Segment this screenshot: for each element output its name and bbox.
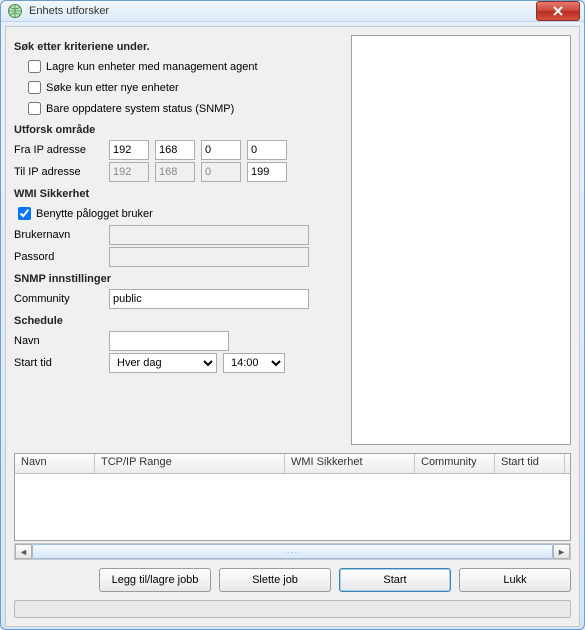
wmi-pass-input bbox=[109, 247, 309, 267]
title-bar[interactable]: Enhets utforsker bbox=[1, 1, 584, 22]
window-frame: Enhets utforsker Søk etter kriteriene un… bbox=[0, 0, 585, 630]
close-button[interactable] bbox=[536, 1, 580, 21]
wmi-pass-label: Passord bbox=[14, 251, 109, 263]
scroll-right-icon[interactable]: ► bbox=[553, 544, 570, 559]
schedule-freq-select[interactable]: Hver dag bbox=[109, 353, 217, 373]
snmp-heading: SNMP innstillinger bbox=[14, 273, 343, 285]
checkbox-only-snmp[interactable] bbox=[28, 102, 41, 115]
schedule-start-label: Start tid bbox=[14, 357, 109, 369]
scroll-left-icon[interactable]: ◄ bbox=[15, 544, 32, 559]
col-range[interactable]: TCP/IP Range bbox=[95, 454, 285, 473]
form-panel: Søk etter kriteriene under. Lagre kun en… bbox=[14, 35, 343, 445]
schedule-time-select[interactable]: 14:00 bbox=[223, 353, 285, 373]
schedule-name-input[interactable] bbox=[109, 331, 229, 351]
checkbox-only-agent[interactable] bbox=[28, 60, 41, 73]
from-ip-3[interactable] bbox=[201, 140, 241, 160]
button-bar: Legg til/lagre jobb Slette job Start Luk… bbox=[14, 568, 571, 592]
community-input[interactable] bbox=[109, 289, 309, 309]
to-ip-3 bbox=[201, 162, 241, 182]
col-wmi[interactable]: WMI Sikkerhet bbox=[285, 454, 415, 473]
to-ip-label: Til IP adresse bbox=[14, 166, 109, 178]
to-ip-2 bbox=[155, 162, 195, 182]
to-ip-1 bbox=[109, 162, 149, 182]
delete-job-button[interactable]: Slette job bbox=[219, 568, 331, 592]
app-icon bbox=[7, 3, 23, 19]
to-ip-4[interactable] bbox=[247, 162, 287, 182]
criteria-heading: Søk etter kriteriene under. bbox=[14, 41, 343, 53]
range-heading: Utforsk område bbox=[14, 124, 343, 136]
label-use-logged-on: Benytte pålogget bruker bbox=[36, 208, 153, 220]
from-ip-1[interactable] bbox=[109, 140, 149, 160]
grid-header: Navn TCP/IP Range WMI Sikkerhet Communit… bbox=[15, 454, 570, 474]
start-button[interactable]: Start bbox=[339, 568, 451, 592]
wmi-heading: WMI Sikkerhet bbox=[14, 188, 343, 200]
results-list[interactable] bbox=[351, 35, 571, 445]
from-ip-2[interactable] bbox=[155, 140, 195, 160]
label-only-snmp: Bare oppdatere system status (SNMP) bbox=[46, 103, 234, 115]
community-label: Community bbox=[14, 293, 109, 305]
add-job-button[interactable]: Legg til/lagre jobb bbox=[99, 568, 211, 592]
wmi-user-label: Brukernavn bbox=[14, 229, 109, 241]
checkbox-only-new[interactable] bbox=[28, 81, 41, 94]
checkbox-use-logged-on[interactable] bbox=[18, 207, 31, 220]
col-community[interactable]: Community bbox=[415, 454, 495, 473]
window-title: Enhets utforsker bbox=[29, 5, 536, 17]
from-ip-4[interactable] bbox=[247, 140, 287, 160]
progress-bar bbox=[14, 600, 571, 618]
scroll-thumb[interactable]: ··· bbox=[32, 544, 553, 559]
col-start[interactable]: Start tid bbox=[495, 454, 565, 473]
label-only-agent: Lagre kun enheter med management agent bbox=[46, 61, 258, 73]
label-only-new: Søke kun etter nye enheter bbox=[46, 82, 179, 94]
horizontal-scrollbar[interactable]: ◄ ··· ► bbox=[14, 543, 571, 560]
col-navn[interactable]: Navn bbox=[15, 454, 95, 473]
jobs-grid[interactable]: Navn TCP/IP Range WMI Sikkerhet Communit… bbox=[14, 453, 571, 541]
wmi-user-input bbox=[109, 225, 309, 245]
close-dialog-button[interactable]: Lukk bbox=[459, 568, 571, 592]
schedule-heading: Schedule bbox=[14, 315, 343, 327]
from-ip-label: Fra IP adresse bbox=[14, 144, 109, 156]
client-area: Søk etter kriteriene under. Lagre kun en… bbox=[5, 26, 580, 627]
schedule-name-label: Navn bbox=[14, 335, 109, 347]
